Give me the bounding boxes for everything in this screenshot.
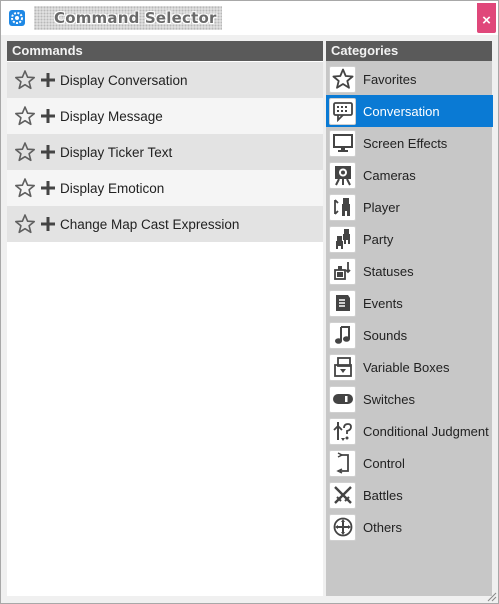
- command-label: Display Message: [60, 108, 163, 124]
- star-outline-icon[interactable]: [14, 141, 36, 163]
- category-label: Favorites: [363, 71, 417, 87]
- star-outline-icon[interactable]: [14, 105, 36, 127]
- resize-grip-icon[interactable]: [485, 590, 497, 602]
- switch-icon: [329, 385, 356, 413]
- category-label: Switches: [363, 391, 416, 407]
- close-icon: ×: [482, 12, 491, 29]
- category-label: Conversation: [363, 103, 440, 119]
- app-gear-icon: [9, 10, 25, 26]
- music-note-icon: [329, 321, 356, 349]
- plus-icon[interactable]: [41, 145, 55, 159]
- command-label: Display Ticker Text: [60, 144, 173, 160]
- category-battles[interactable]: Battles: [326, 479, 493, 511]
- control-icon: [329, 449, 356, 477]
- command-selector-window: Command Selector × Commands Display Conv…: [0, 0, 499, 604]
- conditional-icon: [329, 417, 356, 445]
- category-label: Control: [363, 455, 405, 471]
- category-label: Variable Boxes: [363, 359, 450, 375]
- party-icon: [329, 225, 356, 253]
- category-label: Battles: [363, 487, 403, 503]
- command-item-display-conversation[interactable]: Display Conversation: [7, 62, 323, 98]
- category-screen-effects[interactable]: Screen Effects: [326, 127, 493, 159]
- category-label: Party: [363, 231, 394, 247]
- command-label: Change Map Cast Expression: [60, 216, 240, 232]
- title-plate: Command Selector: [34, 6, 222, 30]
- category-label: Statuses: [363, 263, 414, 279]
- camera-icon: [329, 161, 356, 189]
- command-item-change-map-cast-expression[interactable]: Change Map Cast Expression: [7, 206, 323, 242]
- title-bar[interactable]: Command Selector ×: [1, 1, 498, 35]
- command-label: Display Conversation: [60, 72, 188, 88]
- star-outline-icon[interactable]: [14, 177, 36, 199]
- commands-list: Display Conversation Display Message Dis…: [7, 61, 323, 596]
- command-label: Display Emoticon: [60, 180, 165, 196]
- category-party[interactable]: Party: [326, 223, 493, 255]
- plus-icon[interactable]: [41, 181, 55, 195]
- category-control[interactable]: Control: [326, 447, 493, 479]
- others-icon: [329, 513, 356, 541]
- command-item-display-message[interactable]: Display Message: [7, 98, 323, 134]
- status-icon: [329, 257, 356, 285]
- categories-list: Favorites Conversation Screen Effects Ca…: [326, 61, 493, 596]
- category-cameras[interactable]: Cameras: [326, 159, 493, 191]
- category-switches[interactable]: Switches: [326, 383, 493, 415]
- category-label: Events: [363, 295, 403, 311]
- category-label: Conditional Judgment: [363, 423, 489, 439]
- window-title: Command Selector: [54, 9, 217, 27]
- close-button[interactable]: ×: [477, 3, 496, 33]
- star-outline-icon[interactable]: [14, 69, 36, 91]
- crossed-swords-icon: [329, 481, 356, 509]
- command-item-display-ticker-text[interactable]: Display Ticker Text: [7, 134, 323, 170]
- speech-bubble-icon: [329, 97, 356, 125]
- event-icon: [329, 289, 356, 317]
- variable-box-icon: [329, 353, 356, 381]
- star-icon: [329, 65, 356, 93]
- category-player[interactable]: Player: [326, 191, 493, 223]
- category-favorites[interactable]: Favorites: [326, 63, 493, 95]
- category-conditional-judgment[interactable]: Conditional Judgment: [326, 415, 493, 447]
- categories-header: Categories: [326, 41, 492, 61]
- category-sounds[interactable]: Sounds: [326, 319, 493, 351]
- category-label: Player: [363, 199, 400, 215]
- category-label: Screen Effects: [363, 135, 448, 151]
- plus-icon[interactable]: [41, 217, 55, 231]
- plus-icon[interactable]: [41, 73, 55, 87]
- category-label: Sounds: [363, 327, 408, 343]
- plus-icon[interactable]: [41, 109, 55, 123]
- player-icon: [329, 193, 356, 221]
- category-others[interactable]: Others: [326, 511, 493, 543]
- category-variable-boxes[interactable]: Variable Boxes: [326, 351, 493, 383]
- category-label: Others: [363, 519, 403, 535]
- category-conversation[interactable]: Conversation: [326, 95, 493, 127]
- category-label: Cameras: [363, 167, 416, 183]
- commands-header: Commands: [7, 41, 323, 61]
- monitor-icon: [329, 129, 356, 157]
- star-outline-icon[interactable]: [14, 213, 36, 235]
- category-events[interactable]: Events: [326, 287, 493, 319]
- category-statuses[interactable]: Statuses: [326, 255, 493, 287]
- command-item-display-emoticon[interactable]: Display Emoticon: [7, 170, 323, 206]
